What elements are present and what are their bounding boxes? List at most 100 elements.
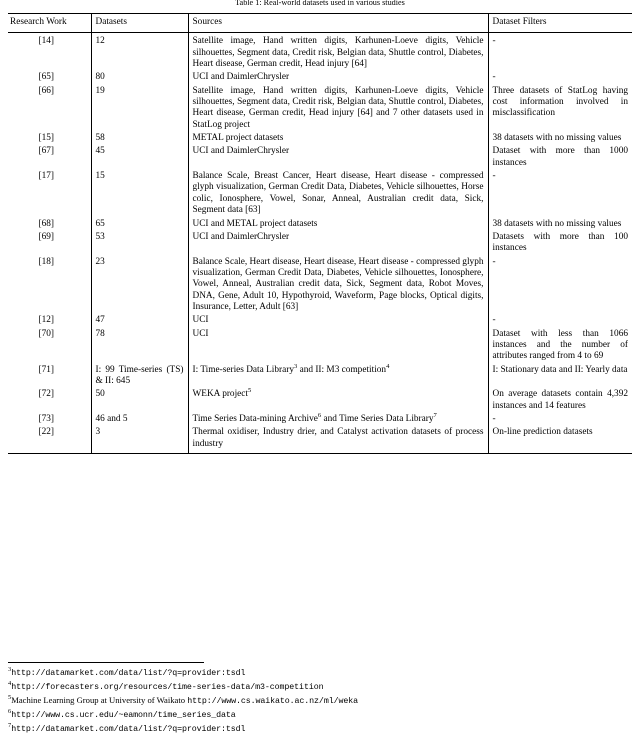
footnote-separator-rule [8, 661, 204, 663]
cell-sources: Time Series Data-mining Archive6 and Tim… [187, 411, 488, 427]
table-row: [69] 53 UCI and DaimlerChrysler Datasets wi… [8, 230, 632, 256]
cell-sources: Thermal oxidiser, Industry drier, and Ca… [187, 426, 488, 454]
cell-sources: UCI and DaimlerChrysler [187, 145, 488, 171]
footnote-item: 4http://forecasters.org/resources/time-s… [8, 680, 632, 694]
sources-text: and II: M3 competition [297, 364, 387, 375]
cell-datasets: 12 [90, 32, 188, 72]
cell-sources: Balance Scale, Breast Cancer, Heart dise… [187, 170, 488, 218]
footnote-item: 5Machine Learning Group at University of… [8, 694, 632, 708]
cell-datasets: 45 [90, 145, 188, 171]
cell-research-work: [12] [38, 315, 55, 326]
table-row: [68] 65 UCI and METAL project datasets 38 d… [8, 217, 632, 231]
footnote-prefix-text: Machine Learning Group at University of … [11, 694, 188, 705]
cell-research-work: [18] [38, 256, 55, 267]
cell-datasets: 58 [90, 132, 188, 146]
cell-research-work: [73] [38, 414, 55, 424]
table-row: [71] I: 99 Time-series (TS) & II: 645 I: T… [8, 362, 632, 389]
footnote-url[interactable]: http://forecasters.org/resources/time-se… [11, 683, 323, 692]
paper-page: Table 1: Real-world datasets used in var… [0, 0, 640, 740]
cell-dataset-filters: - [487, 32, 632, 72]
cell-sources: Balance Scale, Heart disease, Heart dise… [187, 255, 488, 315]
header-sources: Sources [187, 12, 488, 34]
table-row: [15] 58 METAL project datasets 38 datasets … [8, 132, 632, 146]
cell-datasets: 47 [90, 314, 188, 328]
cell-dataset-filters: Dataset with more than 1000 instances [487, 145, 632, 171]
sources-text: WEKA project [192, 389, 249, 400]
header-datasets: Datasets [90, 12, 188, 34]
cell-research-work: [66] [38, 85, 55, 96]
cell-dataset-filters: Dataset with less than 1066 instances an… [487, 327, 632, 364]
footnotes-section: 3http://datamarket.com/data/list/?q=prov… [8, 661, 632, 736]
cell-datasets: 78 [90, 327, 188, 364]
table-container: Research Work Datasets Sources Dataset F… [8, 12, 632, 455]
cell-research-work: [68] [38, 218, 55, 229]
table-row: [14] 12 Satellite image, Hand written digi… [8, 32, 632, 72]
cell-datasets: 15 [90, 170, 188, 218]
table-body: [14] 12 Satellite image, Hand written digi… [8, 32, 632, 454]
cell-research-work: [70] [38, 328, 55, 339]
table-row: [12] 47 UCI - [8, 314, 632, 328]
table-row: [18] 23 Balance Scale, Heart disease, Hear… [8, 255, 632, 315]
table-row: [73] 46 and 5 Time Series Data-mining Arch… [8, 411, 632, 427]
cell-datasets: 80 [90, 71, 188, 85]
cell-dataset-filters: - [487, 170, 632, 218]
footnote-marker: 4 [386, 362, 390, 370]
cell-dataset-filters: - [487, 71, 632, 85]
cell-research-work: [71] [38, 364, 55, 375]
cell-sources: UCI and DaimlerChrysler [187, 230, 488, 256]
cell-research-work: [65] [38, 72, 55, 83]
sources-text: and Time Series Data Library [321, 414, 434, 424]
header-dataset-filters: Dataset Filters [487, 12, 632, 34]
cell-research-work: [14] [38, 36, 55, 47]
footnote-url[interactable]: http://www.cs.ucr.edu/~eamonn/time_serie… [11, 711, 236, 720]
cell-datasets: 46 and 5 [90, 413, 188, 427]
cell-dataset-filters: On-line prediction datasets [487, 426, 632, 454]
footnote-url[interactable]: http://datamarket.com/data/list/?q=provi… [11, 725, 245, 734]
cell-dataset-filters: Three datasets of StatLog having cost in… [487, 84, 632, 133]
cell-dataset-filters: 38 datasets with no missing values [487, 217, 632, 231]
cell-datasets: 50 [90, 388, 188, 413]
cell-datasets: 23 [90, 255, 188, 315]
table-caption: Table 1: Real-world datasets used in var… [235, 0, 405, 7]
cell-datasets: 65 [90, 217, 188, 231]
cell-research-work: [72] [38, 389, 55, 400]
cell-datasets: 3 [90, 426, 188, 454]
cell-dataset-filters: - [487, 413, 632, 427]
datasets-table: Research Work Datasets Sources Dataset F… [8, 12, 632, 454]
footnote-marker: 7 [433, 411, 437, 419]
table-row: [65] 80 UCI and DaimlerChrysler - [8, 71, 632, 85]
cell-datasets: 53 [90, 230, 188, 256]
cell-dataset-filters: I: Stationary data and II: Yearly data [487, 363, 632, 389]
cell-sources: WEKA project5 [187, 387, 488, 413]
cell-dataset-filters: - [487, 314, 632, 328]
cell-dataset-filters: 38 datasets with no missing values [487, 132, 632, 146]
footnote-url[interactable]: http://datamarket.com/data/list/?q=provi… [11, 669, 245, 678]
cell-research-work: [15] [38, 133, 55, 144]
cell-sources: METAL project datasets [187, 132, 488, 146]
header-row: Research Work Datasets Sources Dataset F… [8, 12, 632, 34]
cell-dataset-filters: On average datasets contain 4,392 instan… [487, 388, 632, 413]
cell-sources: UCI and METAL project datasets [187, 217, 488, 231]
table-row: [22] 3 Thermal oxidiser, Industry drier, a… [8, 426, 632, 454]
cell-research-work: [17] [38, 171, 55, 182]
table-row: [70] 78 UCI Dataset with less than 1066 ins… [8, 327, 632, 364]
cell-sources: UCI [187, 327, 488, 364]
sources-text: Time Series Data-mining Archive [192, 414, 318, 424]
header-research-work: Research Work [8, 12, 91, 34]
cell-dataset-filters: Datasets with more than 100 instances [487, 230, 632, 256]
cell-sources: Satellite image, Hand written digits, Ka… [187, 32, 488, 72]
cell-research-work: [67] [38, 146, 55, 157]
footnote-marker: 5 [248, 387, 252, 395]
footnote-item: 7http://datamarket.com/data/list/?q=prov… [8, 722, 632, 736]
cell-sources: I: Time-series Data Library3 and II: M3 … [187, 362, 488, 389]
table-row: [17] 15 Balance Scale, Breast Cancer, Hear… [8, 170, 632, 218]
cell-research-work: [22] [38, 427, 55, 438]
cell-datasets: I: 99 Time-series (TS) & II: 645 [90, 363, 188, 389]
table-row: [67] 45 UCI and DaimlerChrysler Dataset wit… [8, 145, 632, 171]
table-header: Research Work Datasets Sources Dataset F… [8, 12, 632, 34]
footnote-item: 3http://datamarket.com/data/list/?q=prov… [8, 666, 632, 680]
cell-dataset-filters: - [487, 255, 632, 315]
table-row: [72] 50 WEKA project5 On average datasets c… [8, 387, 632, 413]
table-row: [66] 19 Satellite image, Hand written digi… [8, 84, 632, 133]
footnote-url[interactable]: http://www.cs.waikato.ac.nz/ml/weka [187, 697, 358, 706]
